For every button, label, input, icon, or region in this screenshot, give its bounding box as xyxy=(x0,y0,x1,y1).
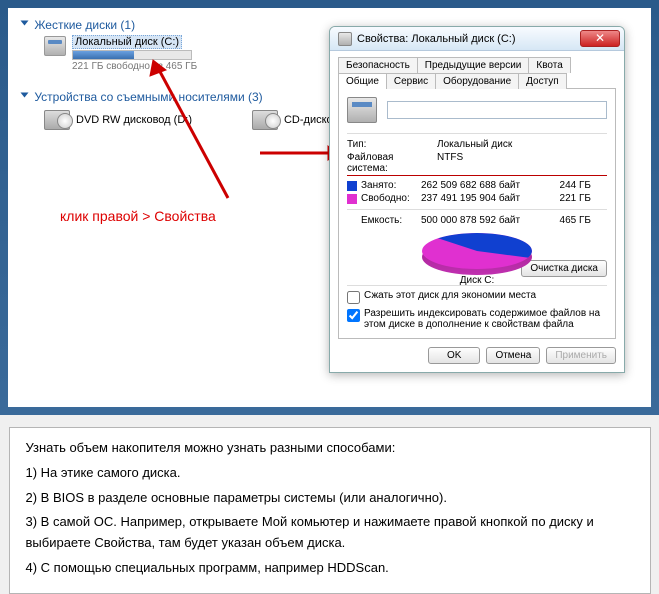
used-gb: 244 ГБ xyxy=(551,180,591,191)
window-title: Свойства: Локальный диск (C:) xyxy=(357,33,580,45)
properties-dialog: Свойства: Локальный диск (C:) ✕ Безопасн… xyxy=(329,26,625,373)
type-label: Тип: xyxy=(347,139,437,150)
annotation-arrow-icon xyxy=(148,58,268,208)
tab-security[interactable]: Безопасность xyxy=(338,57,418,73)
free-legend-icon xyxy=(347,194,357,204)
tab-previous-versions[interactable]: Предыдущие версии xyxy=(417,57,530,73)
used-legend-icon xyxy=(347,181,357,191)
chevron-down-icon xyxy=(21,93,29,98)
notes-item: 1) На этике самого диска. xyxy=(26,463,634,484)
compress-label: Сжать этот диск для экономии места xyxy=(364,290,536,301)
disc-icon xyxy=(44,110,70,130)
free-bytes: 237 491 195 904 байт xyxy=(421,193,551,204)
free-label: Свободно: xyxy=(361,193,421,204)
hdd-icon xyxy=(44,36,66,56)
ok-button[interactable]: OK xyxy=(428,347,480,364)
filesystem-label: Файловая система: xyxy=(347,152,437,174)
tab-general[interactable]: Общие xyxy=(338,73,387,89)
tab-sharing[interactable]: Доступ xyxy=(518,73,567,89)
notes-item: 2) В BIOS в разделе основные параметры с… xyxy=(26,488,634,509)
usage-pie-chart xyxy=(422,233,532,273)
tab-hardware[interactable]: Оборудование xyxy=(435,73,519,89)
hdd-icon xyxy=(347,97,377,123)
titlebar[interactable]: Свойства: Локальный диск (C:) ✕ xyxy=(330,27,624,51)
notes-item: 3) В самой ОС. Например, открываете Мой … xyxy=(26,512,634,554)
type-value: Локальный диск xyxy=(437,139,607,150)
index-label: Разрешить индексировать содержимое файло… xyxy=(364,308,607,330)
used-label: Занято: xyxy=(361,180,421,191)
capacity-bytes: 500 000 878 592 байт xyxy=(421,215,551,226)
hdd-icon xyxy=(338,32,352,46)
annotation-arrow-icon xyxy=(258,138,338,168)
capacity-label: Емкость: xyxy=(361,215,421,226)
annotation-text: клик правой > Свойства xyxy=(60,208,216,224)
compress-checkbox[interactable] xyxy=(347,291,360,304)
notes-item: 4) С помощью специальных программ, напри… xyxy=(26,558,634,579)
notes-panel: Узнать объем накопителя можно узнать раз… xyxy=(9,427,651,594)
close-button[interactable]: ✕ xyxy=(580,30,620,47)
notes-intro: Узнать объем накопителя можно узнать раз… xyxy=(26,438,634,459)
explorer-background: Жесткие диски (1) Локальный диск (C:) 22… xyxy=(8,8,651,407)
volume-name-input[interactable] xyxy=(387,101,607,119)
tab-tools[interactable]: Сервис xyxy=(386,73,436,89)
chevron-down-icon xyxy=(21,21,29,26)
capacity-gb: 465 ГБ xyxy=(551,215,591,226)
tab-quota[interactable]: Квота xyxy=(528,57,570,73)
free-gb: 221 ГБ xyxy=(551,193,591,204)
filesystem-value: NTFS xyxy=(437,152,607,174)
apply-button[interactable]: Применить xyxy=(546,347,616,364)
drive-label: Локальный диск (C:) xyxy=(72,35,182,49)
section-label: Жесткие диски (1) xyxy=(34,18,135,32)
index-checkbox[interactable] xyxy=(347,309,360,322)
used-bytes: 262 509 682 688 байт xyxy=(421,180,551,191)
cancel-button[interactable]: Отмена xyxy=(486,347,540,364)
